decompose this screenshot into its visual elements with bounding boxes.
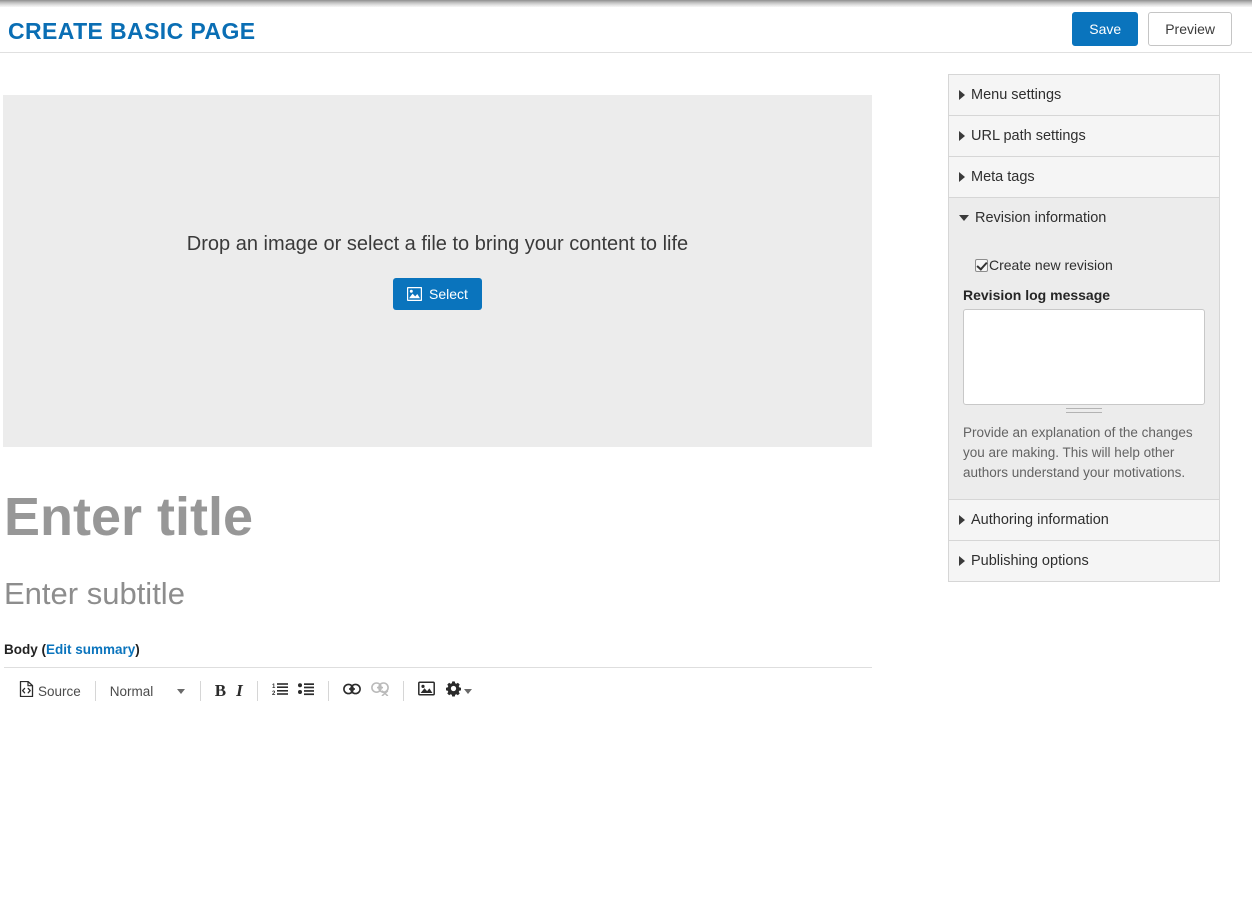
sidebar-item-authoring-information[interactable]: Authoring information: [949, 499, 1219, 540]
sidebar-item-url-path-settings[interactable]: URL path settings: [949, 116, 1219, 156]
revision-log-message-label: Revision log message: [963, 287, 1111, 303]
toolbar-separator: [402, 681, 404, 701]
revision-log-message-description: Provide an explanation of the changes yo…: [963, 425, 1193, 480]
dropzone-instruction: Drop an image or select a file to bring …: [186, 232, 689, 255]
subtitle-input-placeholder[interactable]: Enter subtitle: [4, 576, 185, 611]
revision-log-message-input[interactable]: [963, 309, 1205, 405]
save-button[interactable]: Save: [1072, 12, 1139, 46]
svg-text:1: 1: [272, 684, 276, 690]
main-content: Drop an image or select a file to bring …: [0, 54, 905, 913]
insert-image-button[interactable]: [413, 678, 440, 704]
gear-icon: [445, 680, 462, 702]
header-actions: Save Preview: [1072, 12, 1232, 46]
body-field-label: Body (Edit summary): [4, 642, 140, 657]
chevron-down-icon: [959, 215, 969, 221]
sidebar-item-revision-information[interactable]: Revision information: [949, 198, 1219, 238]
panel-publishing-options: Publishing options: [949, 540, 1219, 581]
title-input-placeholder[interactable]: Enter title: [4, 487, 253, 547]
panel-label: Publishing options: [971, 552, 1089, 569]
create-new-revision-row: Create new revision: [975, 257, 1205, 273]
sidebar-item-menu-settings[interactable]: Menu settings: [949, 75, 1219, 115]
sidebar-item-meta-tags[interactable]: Meta tags: [949, 157, 1219, 197]
textarea-resize-grip[interactable]: [963, 408, 1205, 413]
page-title: Create basic page: [8, 18, 256, 44]
create-new-revision-label[interactable]: Create new revision: [989, 257, 1113, 273]
panel-label: Meta tags: [971, 169, 1035, 185]
panel-label: URL path settings: [971, 128, 1086, 144]
svg-text:2: 2: [272, 691, 276, 696]
panel-authoring-information: Authoring information: [949, 499, 1219, 541]
paragraph-format-dropdown[interactable]: Normal: [105, 678, 191, 704]
panel-label: Revision information: [975, 210, 1107, 226]
unlink-button[interactable]: [366, 678, 394, 704]
toolbar-separator: [199, 681, 201, 701]
panel-label: Authoring information: [971, 511, 1109, 528]
chevron-right-icon: [959, 514, 965, 525]
panel-url-path-settings: URL path settings: [949, 116, 1219, 157]
preview-button[interactable]: Preview: [1148, 12, 1232, 46]
sidebar-item-publishing-options[interactable]: Publishing options: [949, 540, 1219, 581]
panel-label: Menu settings: [971, 87, 1062, 103]
panel-menu-settings: Menu settings: [949, 75, 1219, 116]
select-file-label: Select: [429, 285, 468, 302]
editor-toolbar: Source Normal B I 1 2: [4, 672, 872, 710]
paragraph-format-value: Normal: [109, 683, 154, 699]
image-dropzone[interactable]: Drop an image or select a file to bring …: [3, 95, 872, 447]
bold-button[interactable]: B: [210, 678, 231, 704]
create-new-revision-checkbox[interactable]: [975, 258, 988, 272]
source-button-label: Source: [38, 683, 81, 699]
numbered-list-icon: 1 2: [272, 682, 288, 701]
italic-button[interactable]: I: [231, 678, 248, 704]
numbered-list-button[interactable]: 1 2: [267, 678, 293, 704]
panel-meta-tags: Meta tags: [949, 157, 1219, 198]
unlink-icon: [370, 681, 389, 701]
toolbar-separator: [94, 681, 96, 701]
admin-toolbar-strip: [0, 0, 1252, 7]
bulleted-list-button[interactable]: [293, 678, 319, 704]
link-button[interactable]: [338, 678, 366, 704]
bulleted-list-icon: [297, 682, 314, 701]
chevron-right-icon: [959, 131, 965, 141]
link-icon: [342, 682, 361, 700]
source-button[interactable]: Source: [14, 678, 86, 704]
body-label-text: Body: [4, 642, 38, 657]
sidebar: Menu settings URL path settings Meta tag…: [948, 74, 1220, 582]
chevron-right-icon: [959, 90, 965, 100]
toolbar-separator: [327, 681, 329, 701]
select-file-button[interactable]: Select: [393, 277, 482, 310]
body-divider: [4, 667, 872, 668]
source-code-icon: [19, 680, 34, 702]
editor-settings-dropdown[interactable]: [440, 678, 477, 704]
body-label-close-paren: ): [135, 642, 140, 657]
image-icon: [417, 681, 435, 701]
image-icon: [407, 286, 423, 301]
panel-revision-information: Revision information Create new revision…: [949, 198, 1219, 500]
chevron-right-icon: [959, 555, 965, 566]
page-header: Create basic page Save Preview: [0, 7, 1252, 53]
revision-information-body: Create new revision Revision log message…: [949, 238, 1219, 499]
toolbar-separator: [256, 681, 258, 701]
chevron-down-icon: [176, 688, 185, 694]
edit-summary-link[interactable]: Edit summary: [46, 642, 135, 657]
chevron-right-icon: [959, 172, 965, 182]
chevron-down-icon: [463, 688, 472, 694]
